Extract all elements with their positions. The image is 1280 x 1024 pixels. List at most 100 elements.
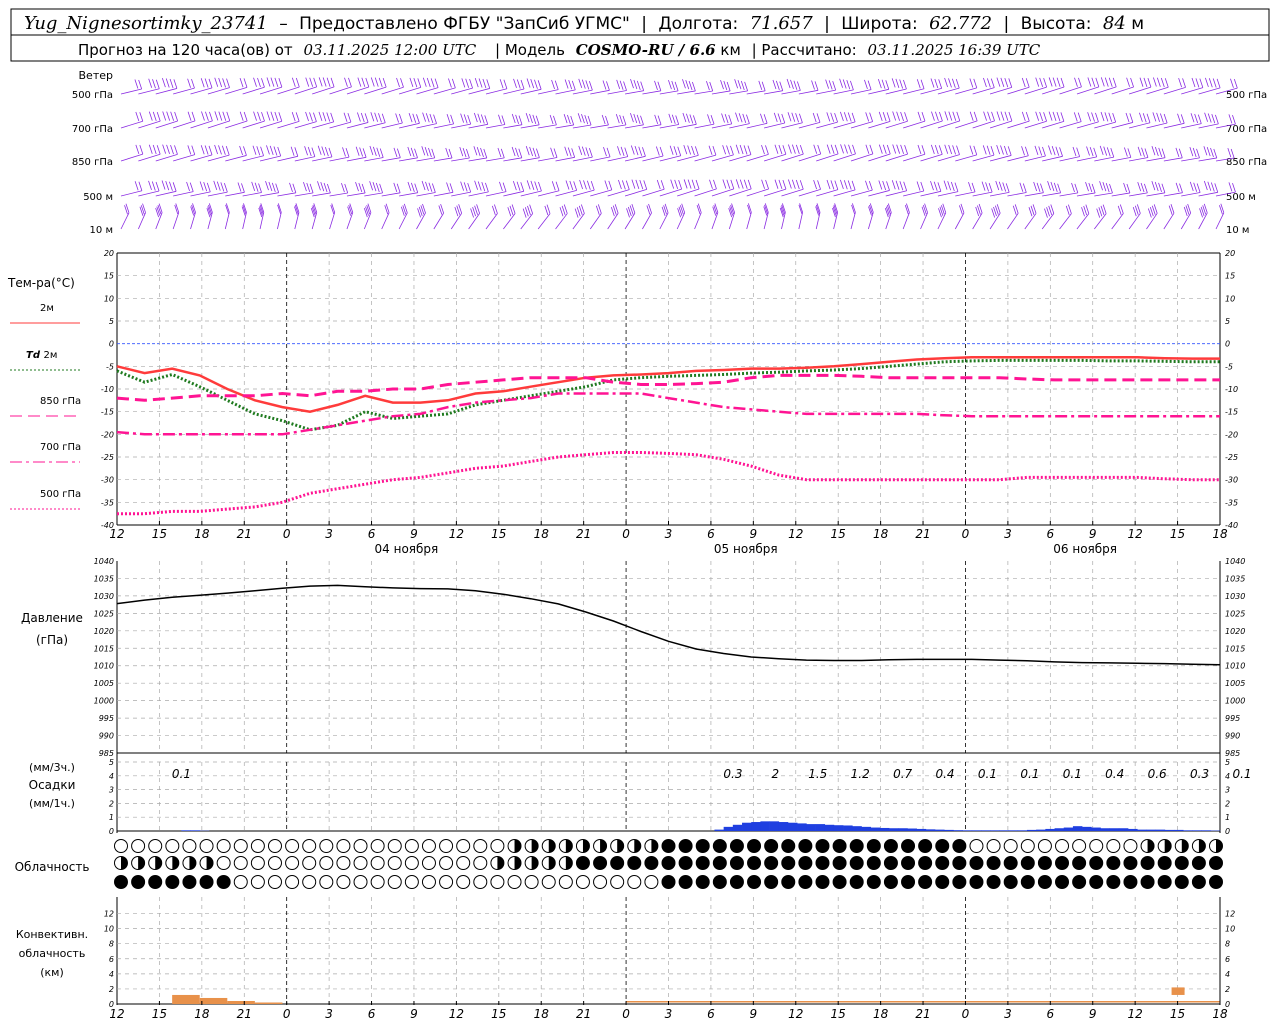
- wind-barb-shaft: [763, 188, 787, 197]
- wind-barb-shaft: [364, 86, 387, 95]
- wind-barb-shaft: [850, 121, 873, 129]
- y-tick-label: 3: [1225, 786, 1230, 795]
- cloud-half: [600, 839, 607, 853]
- cloud-symbol: [610, 839, 625, 853]
- cloud-circle: [1209, 875, 1223, 889]
- cloud-circle: [1157, 856, 1172, 870]
- wind-barb-feather: [998, 181, 1003, 191]
- wind-barb: [1059, 77, 1082, 95]
- wind-barb-shaft: [416, 123, 437, 129]
- wind-barb-feather: [1102, 182, 1107, 192]
- wind-barb-feather: [1085, 182, 1089, 192]
- wind-barb-feather: [465, 78, 470, 88]
- wind-barb-feather: [1203, 146, 1208, 156]
- wind-barb-feather: [840, 179, 844, 189]
- cloud-circle: [182, 839, 197, 853]
- cloud-symbol: [524, 875, 539, 889]
- wind-barb-feather: [1182, 78, 1186, 88]
- wind-barb-feather: [636, 114, 641, 125]
- cloud-symbol: [593, 875, 608, 889]
- cloud-circle: [712, 839, 727, 853]
- wind-barb-feather: [813, 180, 818, 190]
- wind-barb: [781, 179, 804, 197]
- wind-barb-shaft: [607, 90, 627, 95]
- wind-barb: [590, 80, 610, 95]
- wind-barb-feather: [225, 146, 230, 156]
- precip-bar: [944, 829, 954, 831]
- wind-barb-feather: [187, 145, 192, 155]
- wind-barb-feather: [982, 145, 987, 155]
- wind-barb-shaft: [520, 213, 533, 230]
- precip-amount: 0.3: [723, 767, 742, 781]
- cloud-circle: [815, 839, 830, 853]
- wind-barb-feather: [422, 112, 426, 122]
- precip-grid: [117, 761, 1220, 831]
- wind-barb-feather: [1095, 112, 1099, 123]
- wind-barb: [677, 144, 699, 162]
- wind-barb-feather: [931, 111, 935, 121]
- alt-label: Высота:: [1021, 14, 1092, 34]
- wind-barb-feather: [414, 148, 418, 158]
- wind-barb-feather: [795, 113, 799, 123]
- wind-barb: [242, 181, 262, 197]
- y-tick-label: 995: [1225, 714, 1240, 723]
- cloud-symbol: [507, 856, 522, 870]
- time-tick-label: 21: [576, 527, 591, 541]
- cloud-circle: [558, 875, 573, 889]
- cloud-symbol: [883, 856, 898, 870]
- cloud-circle: [781, 856, 796, 870]
- cloud-circle: [798, 856, 813, 870]
- wind-barb-shaft: [711, 154, 734, 162]
- wind-barb-shaft: [416, 157, 435, 162]
- wind-barb: [764, 79, 784, 95]
- wind-barb: [242, 77, 265, 95]
- wind-barb-shaft: [850, 189, 873, 197]
- time-tick-label: 6: [1046, 527, 1054, 541]
- wind-barb-feather: [527, 205, 531, 216]
- wind-barb-feather: [1104, 77, 1109, 87]
- wind-barb-feather: [305, 111, 309, 122]
- wind-barb-feather: [218, 77, 223, 88]
- wind-barb-shaft: [694, 188, 717, 197]
- wind-barb-shaft: [746, 122, 768, 129]
- wind-barb-shaft: [207, 191, 228, 197]
- time-tick-label: 6: [707, 527, 715, 541]
- wind-barb-feather: [358, 182, 363, 193]
- wind-barb: [1094, 77, 1117, 95]
- cloud-symbol: [387, 875, 402, 889]
- wind-barb-shaft: [190, 154, 213, 162]
- wind-barb-feather: [1105, 182, 1110, 193]
- time-tick-label: 18: [1212, 1007, 1228, 1021]
- wind-barb: [816, 179, 839, 197]
- wind-barb-shaft: [1163, 157, 1183, 162]
- wind-barb-feather: [618, 179, 622, 190]
- wind-barb-feather: [429, 113, 434, 124]
- cloud-circle: [473, 839, 488, 853]
- wind-barb-feather: [1021, 146, 1025, 156]
- wind-barb-feather: [295, 77, 300, 88]
- cloud-circle: [319, 839, 334, 853]
- time-tick-label: 15: [831, 1007, 846, 1021]
- wind-barb-feather: [165, 180, 170, 191]
- wind-barb-shaft: [850, 153, 874, 162]
- wind-barb-feather: [1190, 113, 1195, 123]
- wind-barb: [433, 147, 453, 162]
- cloud-circle: [1020, 839, 1035, 853]
- wind-barb-feather: [139, 112, 144, 122]
- header: Yug_Nignesortimky_23741 – Предоставлено …: [10, 8, 1270, 62]
- precip-bar: [824, 824, 835, 831]
- wind-barb-feather: [169, 78, 174, 89]
- wind-barb-feather: [1126, 183, 1131, 194]
- wind-barb-feather: [636, 80, 641, 90]
- wind-barb-feather: [497, 147, 502, 158]
- cloud-symbol: [1072, 839, 1087, 853]
- wind-barb-feather: [1033, 181, 1038, 192]
- wind-barb-feather: [839, 78, 843, 88]
- cloud-symbol: [370, 875, 385, 889]
- pressure-label-2: (гПа): [36, 633, 68, 647]
- wind-barb-feather: [318, 111, 323, 121]
- precip-bar: [1192, 830, 1202, 831]
- cloud-circle: [216, 839, 231, 853]
- wind-barb-feather: [1048, 145, 1052, 155]
- cloud-circle: [473, 856, 488, 870]
